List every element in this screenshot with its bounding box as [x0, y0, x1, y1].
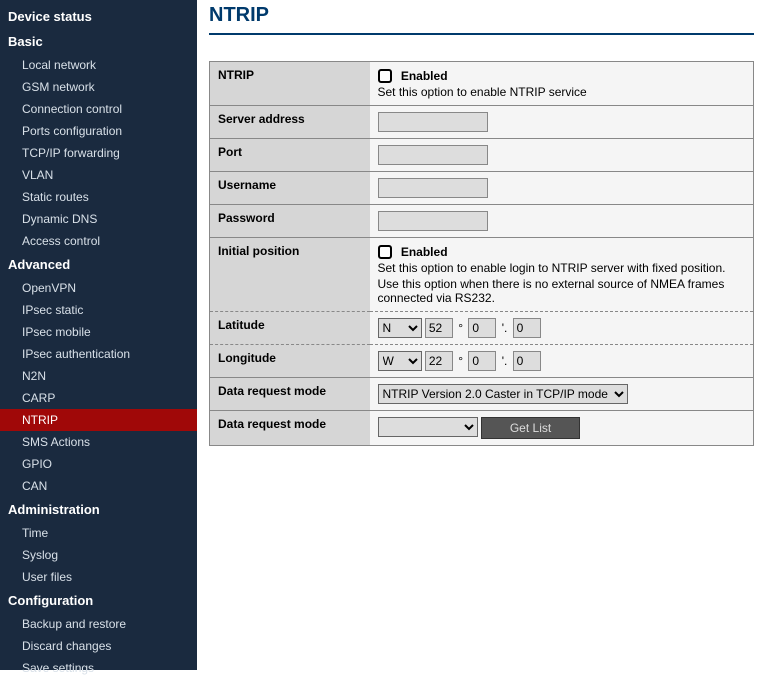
- degree-symbol: °: [458, 354, 463, 368]
- username-input[interactable]: [378, 178, 488, 198]
- sidebar-item[interactable]: Dynamic DNS: [0, 208, 197, 230]
- latitude-min-input[interactable]: [468, 318, 496, 338]
- row-label-initpos: Initial position: [210, 237, 370, 311]
- sidebar-item[interactable]: VLAN: [0, 164, 197, 186]
- sidebar-item[interactable]: User files: [0, 566, 197, 588]
- degree-symbol: °: [458, 321, 463, 335]
- row-label-server: Server address: [210, 105, 370, 138]
- initpos-desc2: Use this option when there is no externa…: [378, 277, 746, 305]
- main-content: NTRIP NTRIP Enabled Set this option to e…: [197, 0, 766, 670]
- sidebar-item[interactable]: Syslog: [0, 544, 197, 566]
- minute-symbol: '.: [502, 354, 508, 368]
- server-address-input[interactable]: [378, 112, 488, 132]
- ntrip-form: NTRIP Enabled Set this option to enable …: [209, 61, 754, 446]
- sidebar-section-header: Basic: [0, 29, 197, 54]
- sidebar-item[interactable]: GSM network: [0, 76, 197, 98]
- port-input[interactable]: [378, 145, 488, 165]
- sidebar-item[interactable]: Ports configuration: [0, 120, 197, 142]
- row-label-ntrip: NTRIP: [210, 62, 370, 106]
- row-label-password: Password: [210, 204, 370, 237]
- password-input[interactable]: [378, 211, 488, 231]
- ntrip-enabled-label: Enabled: [401, 69, 448, 83]
- longitude-direction-select[interactable]: W: [378, 351, 422, 371]
- stream-select[interactable]: [378, 417, 478, 437]
- sidebar-item[interactable]: Access control: [0, 230, 197, 252]
- row-label-latitude: Latitude: [210, 311, 370, 344]
- sidebar-item[interactable]: NTRIP: [0, 409, 197, 431]
- sidebar-item[interactable]: Discard changes: [0, 635, 197, 657]
- sidebar-item[interactable]: Connection control: [0, 98, 197, 120]
- sidebar-item[interactable]: Save settings: [0, 657, 197, 679]
- latitude-direction-select[interactable]: N: [378, 318, 422, 338]
- row-label-port: Port: [210, 138, 370, 171]
- sidebar-item[interactable]: Time: [0, 522, 197, 544]
- sidebar-item[interactable]: Static routes: [0, 186, 197, 208]
- sidebar: Device statusBasicLocal networkGSM netwo…: [0, 0, 197, 670]
- ntrip-enabled-desc: Set this option to enable NTRIP service: [378, 85, 746, 99]
- sidebar-item[interactable]: GPIO: [0, 453, 197, 475]
- row-field-ntrip: Enabled Set this option to enable NTRIP …: [370, 62, 754, 106]
- sidebar-section-header[interactable]: Device status: [0, 4, 197, 29]
- sidebar-item[interactable]: TCP/IP forwarding: [0, 142, 197, 164]
- sidebar-item[interactable]: Local network: [0, 54, 197, 76]
- latitude-deg-input[interactable]: [425, 318, 453, 338]
- sidebar-section-header: Advanced: [0, 252, 197, 277]
- sidebar-item[interactable]: SMS Actions: [0, 431, 197, 453]
- sidebar-item[interactable]: CAN: [0, 475, 197, 497]
- sidebar-item[interactable]: N2N: [0, 365, 197, 387]
- longitude-min-input[interactable]: [468, 351, 496, 371]
- longitude-sec-input[interactable]: [513, 351, 541, 371]
- row-field-initpos: Enabled Set this option to enable login …: [370, 237, 754, 311]
- page-title: NTRIP: [209, 0, 754, 35]
- sidebar-item[interactable]: IPsec authentication: [0, 343, 197, 365]
- sidebar-section-header: Administration: [0, 497, 197, 522]
- row-label-reqmode1: Data request mode: [210, 377, 370, 410]
- sidebar-item[interactable]: CARP: [0, 387, 197, 409]
- initpos-enabled-label: Enabled: [401, 245, 448, 259]
- get-list-button[interactable]: Get List: [481, 417, 580, 439]
- initpos-desc1: Set this option to enable login to NTRIP…: [378, 261, 746, 275]
- latitude-sec-input[interactable]: [513, 318, 541, 338]
- sidebar-section-header: Configuration: [0, 588, 197, 613]
- minute-symbol: '.: [502, 321, 508, 335]
- sidebar-item[interactable]: Backup and restore: [0, 613, 197, 635]
- longitude-deg-input[interactable]: [425, 351, 453, 371]
- row-label-reqmode2: Data request mode: [210, 410, 370, 445]
- data-request-mode-select[interactable]: NTRIP Version 2.0 Caster in TCP/IP mode: [378, 384, 628, 404]
- sidebar-item[interactable]: IPsec static: [0, 299, 197, 321]
- row-label-username: Username: [210, 171, 370, 204]
- ntrip-enabled-checkbox[interactable]: [378, 69, 392, 83]
- sidebar-item[interactable]: IPsec mobile: [0, 321, 197, 343]
- initpos-enabled-checkbox[interactable]: [378, 245, 392, 259]
- sidebar-item[interactable]: OpenVPN: [0, 277, 197, 299]
- row-label-longitude: Longitude: [210, 344, 370, 377]
